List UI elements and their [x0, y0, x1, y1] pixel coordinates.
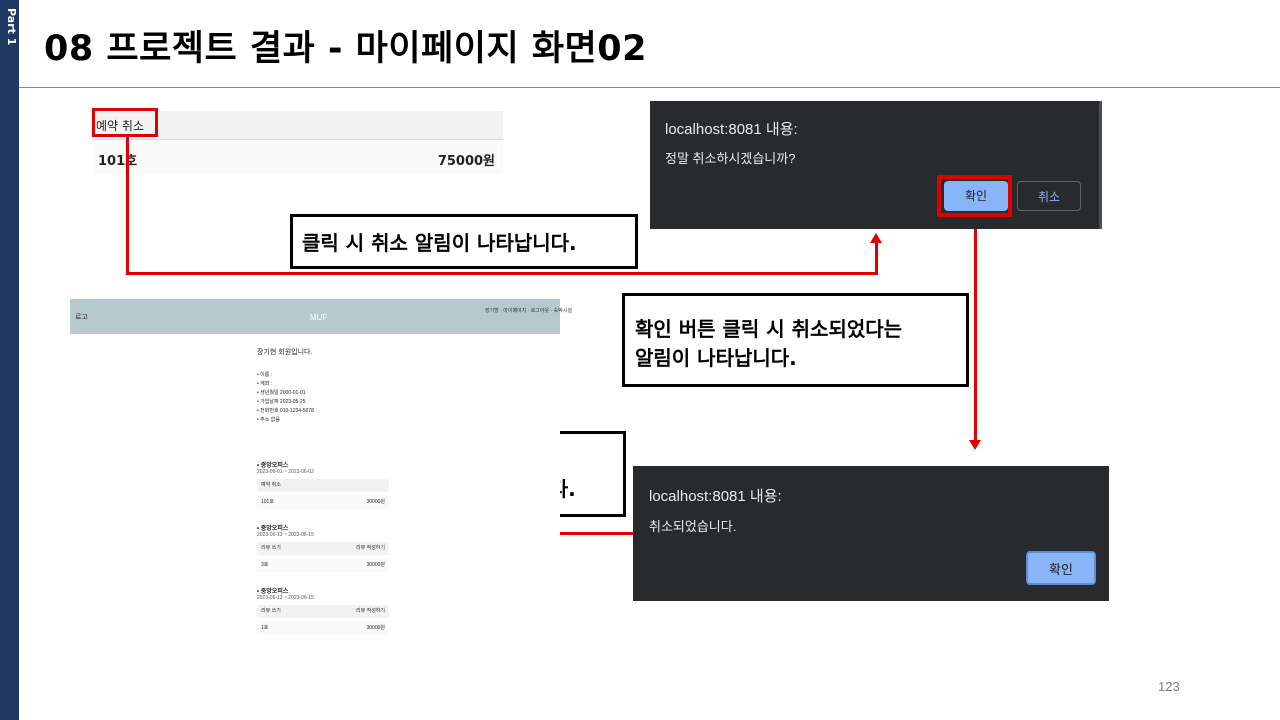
callout-text: 확인 버튼 클릭 시 취소되었다는	[635, 317, 903, 341]
page-number: 123	[1158, 679, 1180, 694]
info-item: • 계좌 :	[257, 381, 273, 387]
arrow-down-icon	[969, 440, 981, 450]
connector-line	[126, 136, 129, 275]
booking-dates: 2023-06-13 ~ 2023-06-15	[257, 532, 314, 538]
connector-line	[126, 272, 878, 275]
confirm-dialog: localhost:8081 내용: 정말 취소하시겠습니까? 확인 취소	[650, 101, 1102, 229]
booking-row: 3호 30000원	[257, 558, 389, 572]
brand-title[interactable]: MUF	[310, 313, 327, 322]
callout-text: 알림이 나타납니다.	[635, 346, 797, 370]
title-divider	[19, 87, 1280, 88]
connector-line	[974, 216, 977, 442]
connector-line	[875, 243, 878, 275]
highlight-cancel-button	[92, 108, 158, 137]
booking-review-button[interactable]: 리뷰 쓰기	[261, 545, 281, 551]
booking-card: • 중앙오피스 2023-06-13 ~ 2023-06-15 리뷰 쓰기 리뷰 …	[257, 586, 389, 635]
welcome-text: 장기현 회원입니다.	[257, 349, 313, 356]
booking-action: 리뷰 쓰기 리뷰 작성하기	[257, 605, 389, 618]
dialog-message: 취소되었습니다.	[649, 519, 737, 534]
booking-cancel-button[interactable]: 예약 취소	[261, 482, 281, 488]
mypage-screenshot: 로고 MUF 장기방 · 마이페이지 · 로그아웃 · 숙박시설 장기현 회원입…	[70, 299, 572, 639]
booking-action: 예약 취소	[257, 479, 389, 492]
booking-card: • 중앙오피스 2023-06-01 ~ 2023-06-02 예약 취소 10…	[257, 460, 389, 509]
info-item: • 주소 없음	[257, 417, 280, 423]
slide-title: 08 프로젝트 결과 - 마이페이지 화면02	[44, 29, 647, 69]
ok-button[interactable]: 확인	[1026, 551, 1096, 585]
info-item: • 가입날짜 2023-05-25	[257, 399, 306, 405]
booking-room: 1호	[261, 625, 269, 631]
booking-row: 1호 30000원	[257, 621, 389, 635]
cancel-button[interactable]: 취소	[1017, 181, 1081, 211]
booking-dates: 2023-06-01 ~ 2023-06-02	[257, 469, 314, 475]
booking-row: 101호 30000원	[257, 495, 389, 509]
booking-dates: 2023-06-13 ~ 2023-06-15	[257, 595, 314, 601]
callout-click-cancel: 클릭 시 취소 알림이 나타납니다.	[290, 214, 638, 269]
booking-review-button[interactable]: 리뷰 쓰기	[261, 608, 281, 614]
alert-dialog: localhost:8081 내용: 취소되었습니다. 확인	[633, 466, 1109, 601]
arrow-up-icon	[870, 233, 882, 243]
info-item: • 생년월일 2000-01-01	[257, 390, 306, 396]
callout-text: 클릭 시 취소 알림이 나타납니다.	[302, 231, 577, 255]
booking-action: 리뷰 쓰기 리뷰 작성하기	[257, 542, 389, 555]
room-price: 75000원	[437, 154, 495, 169]
callout-confirm: 확인 버튼 클릭 시 취소되었다는 알림이 나타납니다.	[622, 293, 969, 387]
booking-price: 30000원	[366, 562, 385, 568]
dialog-title: localhost:8081 내용:	[665, 121, 798, 138]
part-label: Part 1	[5, 8, 18, 46]
highlight-ok-button	[937, 175, 1012, 217]
room-number: 101호	[98, 154, 138, 169]
booking-price: 30000원	[366, 499, 385, 505]
booking-room: 3호	[261, 562, 269, 568]
booking-status: 리뷰 작성하기	[356, 545, 385, 551]
booking-status: 리뷰 작성하기	[356, 608, 385, 614]
logo[interactable]: 로고	[75, 312, 88, 322]
booking-card: • 중앙오피스 2023-06-13 ~ 2023-06-15 리뷰 쓰기 리뷰 …	[257, 523, 389, 572]
member-info-list: • 이름 : • 계좌 : • 생년월일 2000-01-01 • 가입날짜 2…	[257, 371, 314, 425]
booking-title: • 중앙오피스	[257, 526, 289, 532]
reservation-row: 101호 75000원	[95, 144, 503, 174]
nav-links[interactable]: 장기방 · 마이페이지 · 로그아웃 · 숙박시설	[485, 307, 572, 314]
dialog-title: localhost:8081 내용:	[649, 488, 782, 505]
info-item: • 전화번호 010-1234-5678	[257, 408, 314, 414]
info-item: • 이름 :	[257, 372, 273, 378]
section-sidebar: Part 1	[0, 0, 19, 720]
navbar: 로고 MUF 장기방 · 마이페이지 · 로그아웃 · 숙박시설	[70, 299, 572, 334]
booking-price: 30000원	[366, 625, 385, 631]
booking-title: • 중앙오피스	[257, 589, 289, 595]
booking-title: • 중앙오피스	[257, 463, 289, 469]
dialog-message: 정말 취소하시겠습니까?	[665, 151, 796, 166]
booking-room: 101호	[261, 499, 274, 505]
